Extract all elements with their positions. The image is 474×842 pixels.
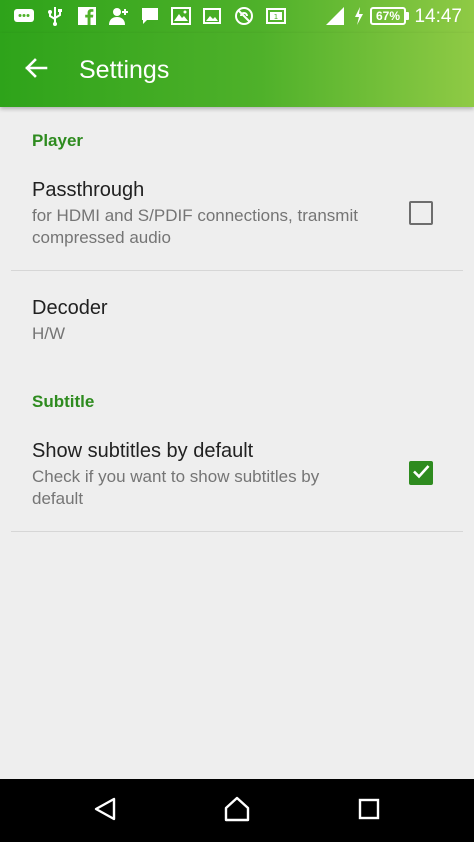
divider (11, 270, 463, 271)
svg-text:1: 1 (274, 13, 278, 21)
section-header-subtitle: Subtitle (32, 392, 95, 411)
pref-summary: Check if you want to show subtitles by d… (32, 467, 320, 508)
pref-passthrough[interactable]: Passthrough for HDMI and S/PDIF connecti… (0, 165, 474, 269)
back-triangle-icon (92, 796, 118, 827)
home-icon (223, 796, 251, 827)
signal-icon (324, 6, 346, 26)
arrow-back-icon (23, 55, 49, 86)
pref-show-subtitles[interactable]: Show subtitles by default Check if you w… (0, 426, 474, 530)
page-title: Settings (79, 56, 170, 84)
checkmark-icon (411, 461, 431, 486)
add-contact-icon (108, 6, 130, 26)
charging-icon (350, 6, 368, 26)
image-icon (201, 6, 223, 26)
divider (11, 531, 463, 532)
cast-icon: 1 (265, 6, 287, 26)
status-bar: 1 67% 14:47 (0, 0, 474, 33)
usb-icon (44, 6, 66, 26)
chat-icon (139, 6, 161, 26)
toolbar: Settings (0, 33, 474, 107)
pref-decoder[interactable]: Decoder H/W (0, 283, 474, 359)
message-icon (13, 6, 35, 26)
pref-title: Decoder (32, 297, 108, 319)
pref-summary: for HDMI and S/PDIF connections, transmi… (32, 206, 358, 247)
nav-recents-button[interactable] (349, 791, 389, 831)
recents-icon (357, 797, 381, 826)
nav-back-button[interactable] (85, 791, 125, 831)
back-button[interactable] (16, 50, 56, 90)
battery-tip (406, 12, 409, 20)
gallery-icon (170, 6, 192, 26)
pref-summary: H/W (32, 324, 66, 343)
section-header-player: Player (32, 131, 84, 150)
passthrough-checkbox[interactable] (409, 201, 433, 225)
nav-home-button[interactable] (217, 791, 257, 831)
battery-indicator: 67% (370, 7, 406, 25)
show-subtitles-checkbox[interactable] (409, 461, 433, 485)
facebook-icon (76, 6, 98, 26)
settings-screen: 1 67% 14:47 Settings Player Passthrough … (0, 0, 474, 842)
pref-title: Show subtitles by default (32, 440, 254, 462)
sync-blocked-icon (233, 6, 255, 26)
navigation-bar (0, 779, 474, 842)
pref-title: Passthrough (32, 179, 145, 201)
clock: 14:47 (414, 6, 462, 27)
